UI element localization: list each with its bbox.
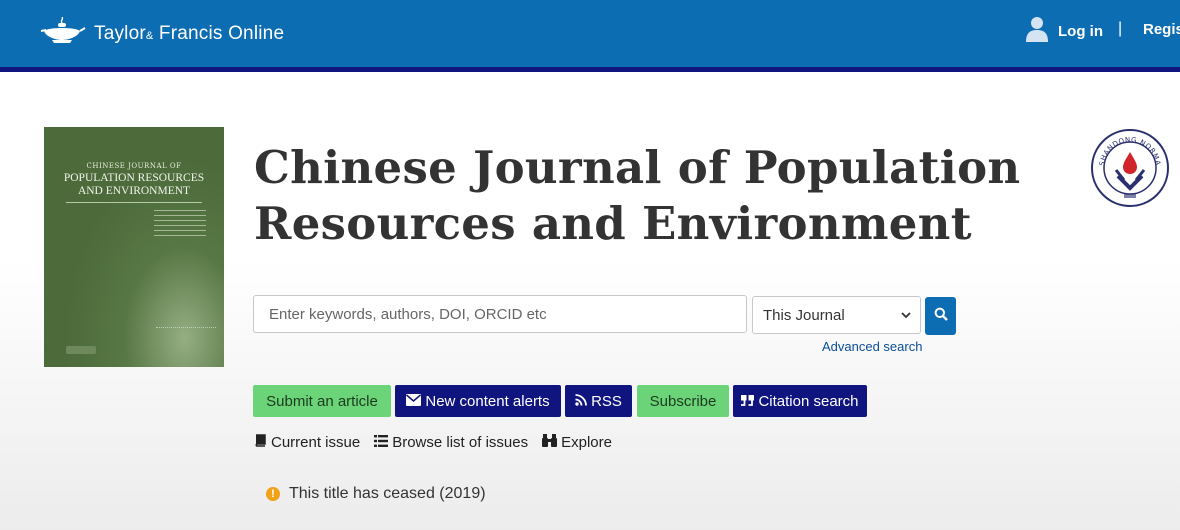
binoculars-icon bbox=[542, 434, 561, 451]
search-scope-value: This Journal bbox=[763, 306, 845, 324]
submit-article-label: Submit an article bbox=[266, 392, 378, 410]
subscribe-label: Subscribe bbox=[649, 392, 717, 410]
search-scope-select[interactable]: This Journal bbox=[752, 296, 921, 334]
citation-search-button[interactable]: Citation search bbox=[733, 385, 867, 417]
browse-issues-link[interactable]: Browse list of issues bbox=[374, 434, 528, 451]
book-icon bbox=[254, 434, 271, 451]
brand-name: Taylor& Francis Online bbox=[94, 23, 285, 44]
exclamation-icon: ! bbox=[266, 487, 280, 501]
login-label: Log in bbox=[1058, 23, 1103, 40]
register-link[interactable]: Register bbox=[1143, 21, 1180, 38]
new-content-alerts-label: New content alerts bbox=[425, 392, 550, 410]
rss-button[interactable]: RSS bbox=[565, 385, 632, 417]
journal-nav-links: Current issue Browse list of issues Expl… bbox=[254, 434, 626, 451]
ceased-notice: ! This title has ceased (2019) bbox=[266, 485, 486, 503]
search-icon bbox=[934, 307, 948, 326]
header-separator: | bbox=[1118, 20, 1123, 37]
current-issue-label: Current issue bbox=[271, 434, 361, 451]
explore-label: Explore bbox=[561, 434, 612, 451]
taylor-francis-logo[interactable]: Taylor& Francis Online bbox=[38, 16, 285, 52]
browse-issues-label: Browse list of issues bbox=[392, 434, 529, 451]
cover-calligraphy bbox=[156, 317, 216, 328]
cover-text-block bbox=[154, 210, 206, 240]
submit-article-button[interactable]: Submit an article bbox=[253, 385, 391, 417]
search-input[interactable] bbox=[253, 295, 747, 333]
login-link[interactable]: Log in bbox=[1026, 16, 1103, 47]
explore-link[interactable]: Explore bbox=[542, 434, 612, 451]
new-content-alerts-button[interactable]: New content alerts bbox=[395, 385, 561, 417]
chevron-down-icon bbox=[900, 308, 912, 325]
cover-title: POPULATION RESOURCES AND ENVIRONMENT bbox=[63, 172, 205, 197]
header-stripe bbox=[0, 67, 1180, 72]
envelope-icon bbox=[406, 393, 425, 410]
cover-publisher-mark bbox=[66, 346, 96, 354]
ceased-notice-text: This title has ceased (2019) bbox=[289, 485, 486, 502]
subscribe-button[interactable]: Subscribe bbox=[637, 385, 729, 417]
journal-cover-image[interactable]: CHINESE JOURNAL OF POPULATION RESOURCES … bbox=[44, 127, 224, 367]
university-seal-logo: SHANDONG NORMAL UNIVERSITY bbox=[1087, 122, 1170, 208]
user-icon bbox=[1026, 16, 1048, 47]
teapot-lamp-icon bbox=[38, 16, 86, 52]
quote-icon bbox=[741, 393, 758, 410]
list-icon bbox=[374, 434, 392, 451]
current-issue-link[interactable]: Current issue bbox=[254, 434, 360, 451]
search-button[interactable] bbox=[925, 297, 956, 335]
cover-rule bbox=[66, 202, 202, 203]
site-header: Taylor& Francis Online Log in | Register bbox=[0, 0, 1180, 67]
cover-title-line1: CHINESE JOURNAL OF bbox=[86, 162, 182, 170]
advanced-search-link[interactable]: Advanced search bbox=[822, 339, 922, 354]
rss-icon bbox=[575, 393, 591, 410]
journal-title: Chinese Journal of Population Resources … bbox=[254, 141, 1021, 250]
rss-label: RSS bbox=[591, 392, 622, 410]
citation-search-label: Citation search bbox=[758, 392, 859, 410]
